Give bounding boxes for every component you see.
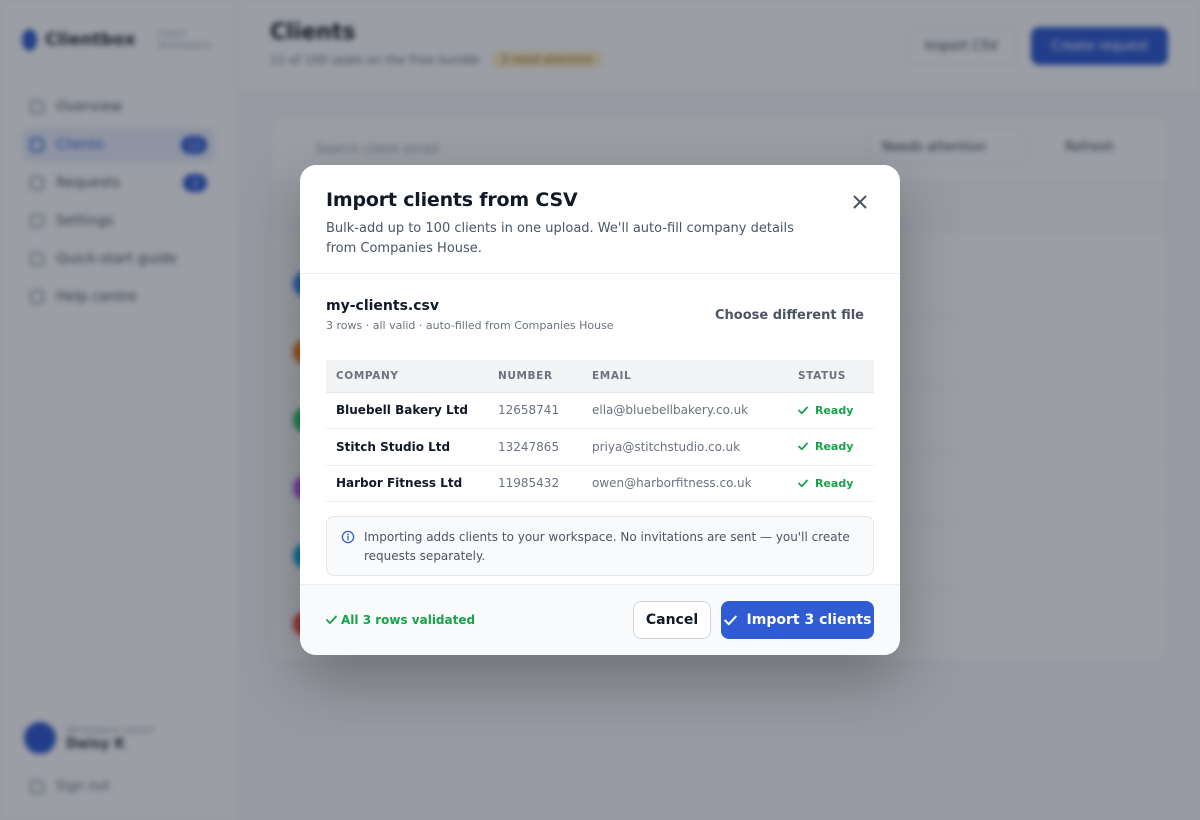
status-badge: Ready [798,404,864,417]
number-cell: 13247865 [488,428,582,466]
status-badge: Ready [798,477,864,490]
dialog-body: my-clients.csv 3 rows · all valid · auto… [300,274,900,584]
footer-actions: Cancel Import 3 clients [633,601,874,639]
info-text: Importing adds clients to your workspace… [364,530,850,563]
column-header-status: STATUS [788,360,874,393]
check-icon [326,615,337,625]
status-label: Ready [815,403,854,417]
column-header-number: NUMBER [488,360,582,393]
close-button[interactable] [850,192,870,212]
check-icon [798,442,808,451]
import-clients-button[interactable]: Import 3 clients [721,601,874,639]
dialog-title: Import clients from CSV [326,189,578,211]
status-cell: Ready [788,392,874,429]
table-row: Bluebell Bakery Ltd 12658741 ella@bluebe… [326,392,874,429]
dialog-footer: All 3 rows validated Cancel Import 3 cli… [300,584,900,655]
column-header-email: EMAIL [582,360,788,393]
company-cell: Stitch Studio Ltd [326,428,488,466]
check-icon [723,615,737,625]
file-summary: my-clients.csv 3 rows · all valid · auto… [326,298,874,344]
dialog-description: Bulk-add up to 100 clients in one upload… [326,221,794,256]
table-row: Harbor Fitness Ltd 11985432 owen@harborf… [326,465,874,502]
status-cell: Ready [788,465,874,502]
status-label: Ready [815,440,854,454]
email-cell: priya@stitchstudio.co.uk [582,428,788,466]
email-cell: owen@harborfitness.co.uk [582,465,788,502]
cancel-button[interactable]: Cancel [633,601,711,639]
check-icon [798,406,808,414]
import-csv-dialog: Import clients from CSV Bulk-add up to 1… [300,165,900,655]
table-header-row: COMPANY NUMBER EMAIL STATUS [326,360,874,393]
number-cell: 12658741 [488,392,582,429]
status-cell: Ready [788,428,874,466]
dialog-header: Import clients from CSV Bulk-add up to 1… [300,165,900,274]
email-cell: ella@bluebellbakery.co.uk [582,392,788,429]
validation-status: All 3 rows validated [326,613,475,627]
number-cell: 11985432 [488,465,582,502]
table-row: Stitch Studio Ltd 13247865 priya@stitchs… [326,428,874,466]
import-button-label: Import 3 clients [746,612,872,628]
company-cell: Harbor Fitness Ltd [326,465,488,502]
validation-label: All 3 rows validated [341,613,476,627]
info-icon [341,530,355,544]
status-badge: Ready [798,440,864,453]
check-icon [798,479,808,487]
close-icon [853,195,867,209]
status-label: Ready [815,476,854,490]
info-callout: Importing adds clients to your workspace… [326,516,874,576]
preview-table: COMPANY NUMBER EMAIL STATUS Bluebell Bak… [326,360,874,502]
company-cell: Bluebell Bakery Ltd [326,392,488,429]
column-header-company: COMPANY [326,360,488,393]
choose-different-file-button[interactable]: Choose different file [715,308,864,323]
